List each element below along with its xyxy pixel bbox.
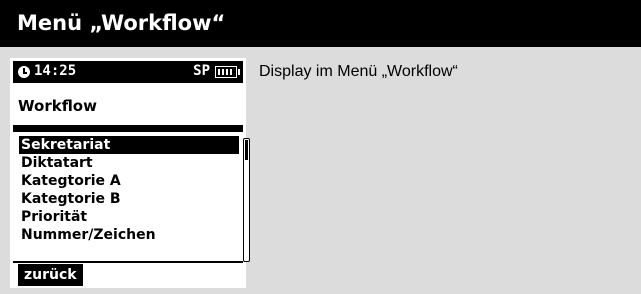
back-button[interactable]: zurück [18,264,83,286]
status-bar: 14:25 SP [13,61,243,83]
display-caption: Display im Menü „Workflow“ [259,63,458,80]
screen-title: Workflow [18,97,97,115]
page-header: Menü „Workflow“ [0,0,641,47]
device-display: 14:25 SP Workflow Sekretariat Diktatart … [10,58,250,288]
page-title: Menü „Workflow“ [17,11,226,35]
menu-scrollbar[interactable] [243,138,250,262]
battery-bar [222,69,224,75]
menu-item-kategorie-b[interactable]: Kategtorie B [19,190,239,208]
battery-bar [230,69,232,75]
page: Menü „Workflow“ 14:25 SP Workflow Sekret… [0,0,641,294]
title-divider [13,125,243,132]
battery-icon [215,66,240,78]
scrollbar-thumb[interactable] [245,140,248,160]
menu-item-prioritaet[interactable]: Priorität [19,208,239,226]
footer-divider [13,261,243,263]
menu-item-diktatart[interactable]: Diktatart [19,154,239,172]
clock-icon [18,66,30,78]
status-mode: SP [193,63,210,79]
menu-item-sekretariat[interactable]: Sekretariat [19,136,239,154]
menu-item-nummer-zeichen[interactable]: Nummer/Zeichen [19,226,239,244]
battery-bar [226,69,228,75]
workflow-menu: Sekretariat Diktatart Kategtorie A Kateg… [19,136,239,244]
battery-bar [218,69,220,75]
status-time: 14:25 [34,63,77,79]
menu-item-kategorie-a[interactable]: Kategtorie A [19,172,239,190]
